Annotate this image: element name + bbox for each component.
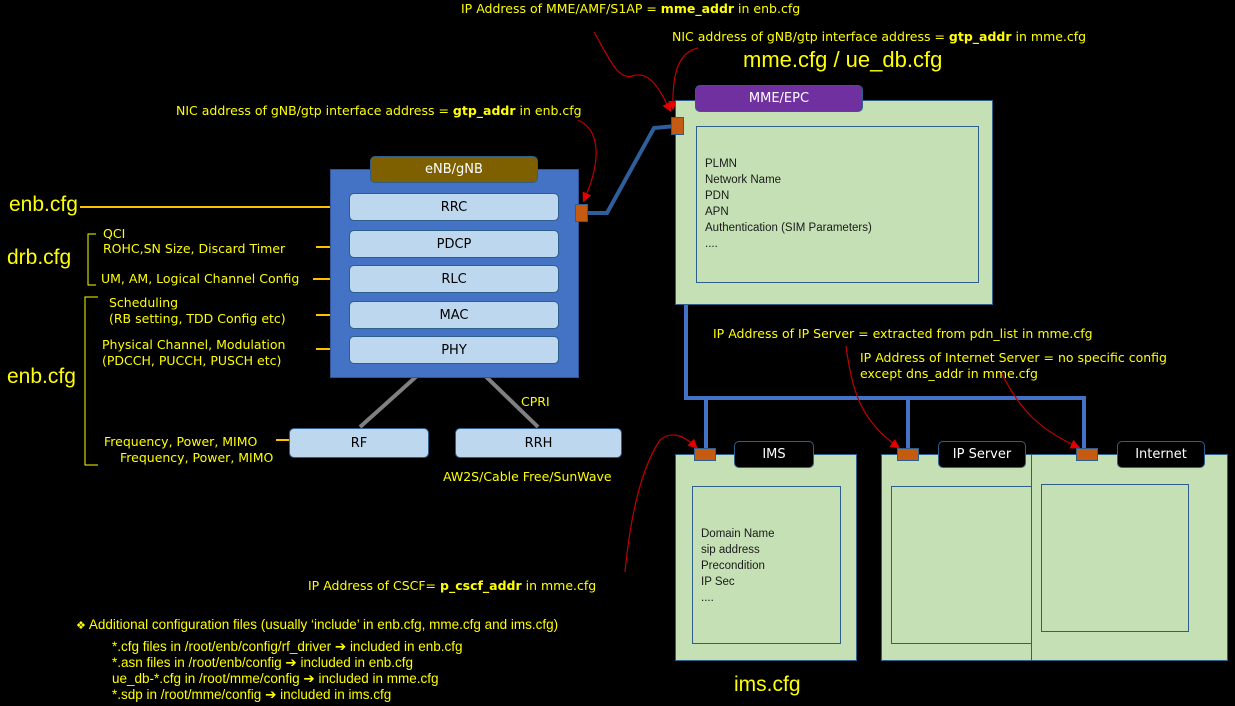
layer-rlc[interactable]: RLC xyxy=(349,265,559,293)
mme-item-authentication: Authentication (SIM Parameters) xyxy=(705,222,872,234)
internet-node[interactable] xyxy=(1031,454,1228,661)
ims-item-ipsec: IP Sec xyxy=(701,576,735,588)
label-physical-channel: Physical Channel, Modulation xyxy=(102,337,286,352)
layer-phy[interactable]: PHY xyxy=(349,336,559,364)
arrow-mme-addr xyxy=(593,31,672,113)
ip-server-node[interactable] xyxy=(881,454,1051,661)
ims-config-panel: Domain Name sip address Precondition IP … xyxy=(692,486,841,644)
arrow-right-icon: ➔ xyxy=(303,671,315,687)
label-scheduling: Scheduling xyxy=(109,295,179,310)
list-item: *.sdp in /root/mme/config ➔ included in … xyxy=(112,687,463,703)
list-item: *.asn files in /root/enb/config ➔ includ… xyxy=(112,655,463,671)
ims-port[interactable] xyxy=(694,448,716,461)
arrow-right-icon: ➔ xyxy=(285,655,297,671)
arrow-internet xyxy=(1001,373,1081,449)
ip-server-port[interactable] xyxy=(897,448,919,461)
internet-config-panel xyxy=(1041,484,1189,632)
arrow-gtp-enb xyxy=(577,119,597,203)
annotation-mme-addr: IP Address of MME/AMF/S1AP = mme_addr in… xyxy=(461,1,800,16)
mme-item-network-name: Network Name xyxy=(705,174,782,186)
mme-item-plmn: PLMN xyxy=(705,158,737,170)
config-key: gtp_addr xyxy=(948,29,1012,44)
config-key: p_cscf_addr xyxy=(440,578,522,593)
arrow-right-icon: ➔ xyxy=(265,687,277,703)
annotation-gtp-mme: NIC address of gNB/gtp interface address… xyxy=(672,29,1086,44)
mme-item-more: .... xyxy=(705,238,718,250)
config-key: gtp_addr xyxy=(452,103,516,118)
include-target: included in enb.cfg xyxy=(300,655,414,670)
additional-files-list: *.cfg files in /root/enb/config/rf_drive… xyxy=(112,639,463,703)
mme-item-apn: APN xyxy=(705,206,729,218)
label-physical-channel-detail: (PDCCH, PUCCH, PUSCH etc) xyxy=(102,353,282,368)
label-rlc-config: UM, AM, Logical Channel Config xyxy=(101,271,300,286)
enb-config-title-bottom: enb.cfg xyxy=(7,365,76,388)
rrh-node[interactable]: RRH xyxy=(455,428,622,458)
mme-config-panel: PLMN Network Name PDN APN Authentication… xyxy=(696,126,979,283)
annotation-internet-2: except dns_addr in mme.cfg xyxy=(860,366,1038,381)
rf-node[interactable]: RF xyxy=(289,428,429,458)
label-scheduling-detail: (RB setting, TDD Config etc) xyxy=(109,311,286,326)
arrow-right-icon: ➔ xyxy=(334,639,347,655)
file-pattern: ue_db-*.cfg in /root/mme/config xyxy=(112,671,300,686)
additional-files-heading: ❖ Additional configuration files (usuall… xyxy=(76,617,558,634)
bracket-enb xyxy=(84,296,98,466)
include-target: included in enb.cfg xyxy=(349,639,463,654)
label-qci: QCI xyxy=(103,226,126,241)
annotation-text: NIC address of gNB/gtp interface address… xyxy=(176,103,453,118)
ims-item-sip-address: sip address xyxy=(701,544,760,556)
enb-title-tag: eNB/gNB xyxy=(370,156,538,183)
annotation-text: in enb.cfg xyxy=(515,103,582,118)
mme-config-list: PLMN Network Name PDN APN Authentication… xyxy=(705,156,872,252)
annotation-gtp-enb: NIC address of gNB/gtp interface address… xyxy=(176,103,582,118)
mme-gtp-port[interactable] xyxy=(671,117,684,135)
ims-title-tag: IMS xyxy=(734,441,814,468)
ims-item-domain-name: Domain Name xyxy=(701,528,775,540)
include-target: included in ims.cfg xyxy=(280,687,392,702)
list-item: ue_db-*.cfg in /root/mme/config ➔ includ… xyxy=(112,671,463,687)
file-pattern: *.asn files in /root/enb/config xyxy=(112,655,282,670)
heading-text: Additional configuration files (usually … xyxy=(88,617,559,632)
include-target: included in mme.cfg xyxy=(318,671,439,686)
file-pattern: *.sdp in /root/mme/config xyxy=(112,687,262,702)
annotation-text: IP Address of MME/AMF/S1AP = xyxy=(461,1,661,16)
label-rohc: ROHC,SN Size, Discard Timer xyxy=(103,241,286,256)
annotation-text: IP Address of CSCF= xyxy=(308,578,441,593)
list-item: *.cfg files in /root/enb/config/rf_drive… xyxy=(112,639,463,655)
ims-item-precondition: Precondition xyxy=(701,560,765,572)
ims-config-title: ims.cfg xyxy=(734,673,801,696)
layer-mac[interactable]: MAC xyxy=(349,301,559,329)
label-rf-params-2: Frequency, Power, MIMO xyxy=(120,450,274,465)
layer-pdcp[interactable]: PDCP xyxy=(349,230,559,258)
mme-title-tag: MME/EPC xyxy=(695,85,863,112)
annotation-text: in enb.cfg xyxy=(734,1,801,16)
ims-item-more: .... xyxy=(701,592,714,604)
ims-node[interactable]: Domain Name sip address Precondition IP … xyxy=(675,454,857,661)
ip-server-config-panel xyxy=(891,486,1037,644)
file-pattern: *.cfg files in /root/enb/config/rf_drive… xyxy=(112,639,335,654)
bullet-icon: ❖ xyxy=(76,619,86,632)
mme-epc-node[interactable]: PLMN Network Name PDN APN Authentication… xyxy=(675,100,993,305)
bracket-drb xyxy=(87,233,96,286)
cpri-label: CPRI xyxy=(521,394,550,409)
label-rf-params-1: Frequency, Power, MIMO xyxy=(104,434,258,449)
link-enb-mme xyxy=(588,124,677,215)
annotation-text: in mme.cfg xyxy=(1011,29,1087,44)
layer-rrc[interactable]: RRC xyxy=(349,193,559,221)
ims-config-list: Domain Name sip address Precondition IP … xyxy=(701,526,775,606)
mme-item-pdn: PDN xyxy=(705,190,730,202)
annotation-ip-server: IP Address of IP Server = extracted from… xyxy=(713,326,1093,341)
rrh-vendors-label: AW2S/Cable Free/SunWave xyxy=(443,469,612,484)
annotation-internet-1: IP Address of Internet Server = no speci… xyxy=(860,350,1167,365)
annotation-text: NIC address of gNB/gtp interface address… xyxy=(672,29,949,44)
internet-title-tag: Internet xyxy=(1117,441,1205,468)
annotation-cscf: IP Address of CSCF= p_cscf_addr in mme.c… xyxy=(308,578,596,593)
ip-server-title-tag: IP Server xyxy=(938,441,1026,468)
enb-gtp-port[interactable] xyxy=(575,204,588,222)
annotation-text: in mme.cfg xyxy=(521,578,597,593)
enb-config-title-top: enb.cfg xyxy=(9,193,78,216)
mme-config-title: mme.cfg / ue_db.cfg xyxy=(743,47,943,72)
internet-port[interactable] xyxy=(1076,448,1098,461)
drb-config-title: drb.cfg xyxy=(7,246,72,269)
config-key: mme_addr xyxy=(660,1,735,16)
